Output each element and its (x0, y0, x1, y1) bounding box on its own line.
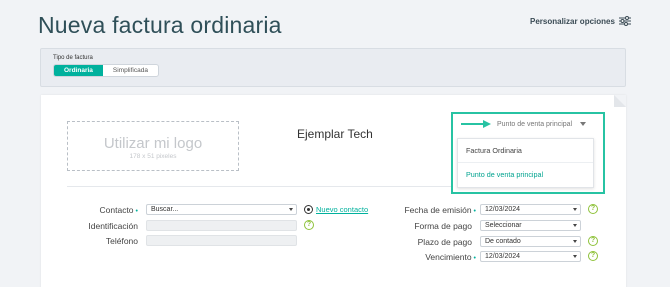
point-of-sale-current: Punto de venta principal (497, 120, 573, 128)
customize-options-button[interactable]: Personalizar opciones (530, 16, 631, 26)
page-fold-corner (614, 95, 626, 107)
new-contact-link[interactable]: Nuevo contacto (304, 205, 368, 214)
required-marker: • (473, 208, 476, 215)
logo-upload-size: 178 x 51 pixeles (129, 153, 177, 160)
chevron-down-icon (573, 240, 577, 243)
required-marker: • (135, 208, 138, 215)
due-date-label: Vencimiento • (425, 252, 476, 262)
phone-label: Teléfono (105, 236, 138, 246)
issue-date-label: Fecha de emisión • (404, 205, 476, 215)
contact-label: Contacto • (99, 205, 138, 215)
issue-date-field[interactable]: 12/03/2024 (480, 204, 581, 215)
invoice-type-toggle: Ordinaria Simplificada (53, 64, 159, 77)
help-icon[interactable]: ? (588, 204, 598, 214)
phone-field (146, 235, 297, 246)
help-icon[interactable]: ? (588, 251, 598, 261)
payment-term-select[interactable]: De contado (480, 236, 581, 247)
invoice-type-simplified[interactable]: Simplificada (103, 65, 158, 76)
identification-field (146, 220, 297, 231)
logo-upload-title: Utilizar mi logo (103, 135, 203, 152)
invoice-type-panel: Tipo de factura Ordinaria Simplificada (40, 48, 626, 87)
chevron-down-icon (573, 224, 577, 227)
invoice-type-label: Tipo de factura (53, 55, 93, 61)
help-icon[interactable]: ? (304, 220, 314, 230)
point-of-sale-highlight: Punto de venta principal Factura Ordinar… (451, 112, 605, 194)
chevron-down-icon (573, 208, 577, 211)
customize-options-label: Personalizar opciones (530, 16, 615, 26)
contact-search-select[interactable]: Buscar... (146, 204, 297, 215)
chevron-down-icon (289, 208, 293, 211)
chevron-down-icon (573, 255, 577, 258)
point-of-sale-select[interactable]: Punto de venta principal (461, 120, 587, 128)
sliders-icon (618, 16, 631, 26)
new-contact-label: Nuevo contacto (316, 205, 369, 214)
required-marker: • (473, 255, 476, 262)
payment-method-select[interactable]: Seleccionar (480, 220, 581, 231)
invoice-type-ordinary[interactable]: Ordinaria (54, 65, 103, 76)
menu-item-punto-de-venta-principal[interactable]: Punto de venta principal (458, 163, 593, 187)
help-icon[interactable]: ? (588, 236, 598, 246)
add-circle-icon (304, 205, 313, 214)
page-title: Nueva factura ordinaria (38, 12, 282, 38)
company-name: Ejemplar Tech (297, 127, 373, 141)
due-date-field[interactable]: 12/03/2024 (480, 251, 581, 262)
menu-item-factura-ordinaria[interactable]: Factura Ordinaria (458, 139, 593, 163)
point-of-sale-menu: Factura Ordinaria Punto de venta princip… (457, 138, 594, 188)
logo-upload[interactable]: Utilizar mi logo 178 x 51 pixeles (67, 121, 239, 171)
chevron-down-icon (580, 122, 587, 126)
identification-label: Identificación (88, 221, 138, 231)
payment-method-label: Forma de pago (414, 221, 472, 231)
payment-term-label: Plazo de pago (417, 237, 472, 247)
arrow-right-icon (461, 120, 491, 128)
